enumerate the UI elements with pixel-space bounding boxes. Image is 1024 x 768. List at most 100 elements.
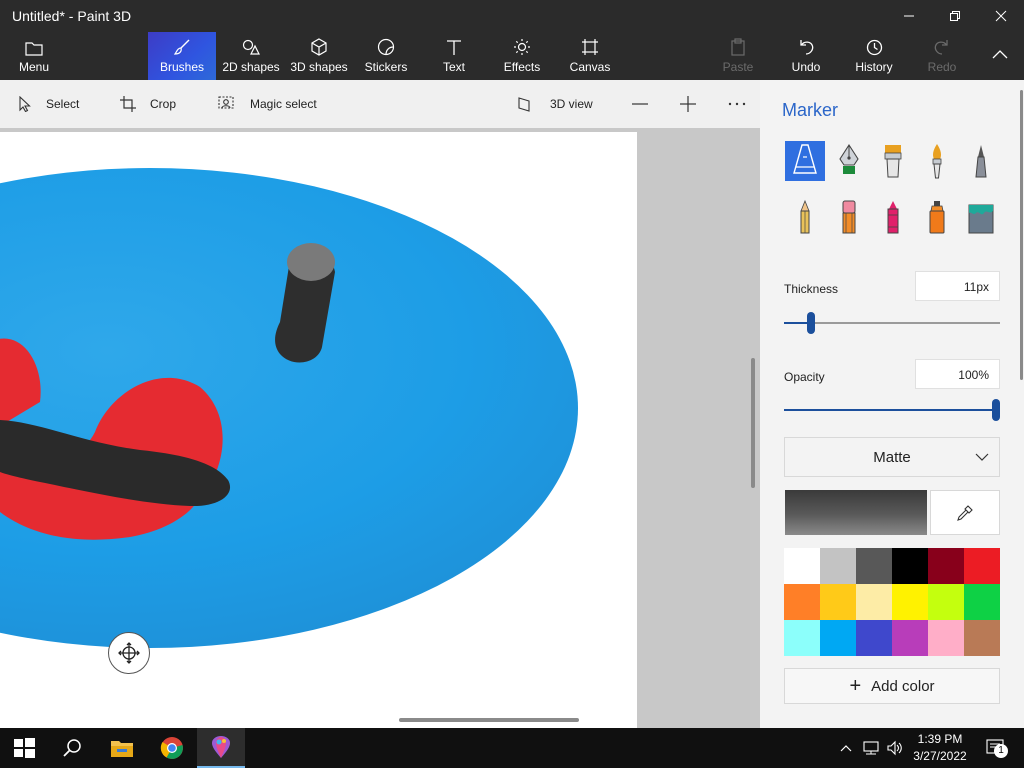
finish-dropdown[interactable]: Matte xyxy=(784,437,1000,477)
show-hidden-icons-button[interactable] xyxy=(836,738,856,758)
crop-button[interactable]: Crop xyxy=(120,92,176,116)
paste-button[interactable]: Paste xyxy=(714,32,762,80)
search-button[interactable] xyxy=(48,728,96,768)
notification-center-button[interactable]: 1 xyxy=(980,738,1012,758)
opacity-slider-thumb[interactable] xyxy=(992,399,1000,421)
crop-icon xyxy=(120,96,136,112)
more-icon xyxy=(728,102,746,106)
color-swatch[interactable] xyxy=(784,620,820,656)
tab-label: Text xyxy=(442,60,465,74)
color-swatch[interactable] xyxy=(964,548,1000,584)
undo-label: Undo xyxy=(791,60,821,74)
thickness-slider-thumb[interactable] xyxy=(807,312,815,334)
color-swatch[interactable] xyxy=(928,620,964,656)
brush-icon xyxy=(173,39,190,55)
plus-icon xyxy=(680,96,696,112)
tab-2d-shapes[interactable]: 2D shapes xyxy=(218,32,284,80)
color-swatch[interactable] xyxy=(892,584,928,620)
pencil-button[interactable] xyxy=(785,197,825,237)
more-options-button[interactable] xyxy=(728,92,760,116)
file-explorer-button[interactable] xyxy=(98,728,146,768)
undo-button[interactable]: Undo xyxy=(782,32,830,80)
menu-button[interactable]: Menu xyxy=(10,32,58,80)
network-button[interactable] xyxy=(860,738,882,758)
tab-effects[interactable]: Effects xyxy=(498,32,546,80)
rotate-handle[interactable] xyxy=(108,632,150,674)
vertical-scrollbar[interactable] xyxy=(751,358,755,488)
sun-icon xyxy=(514,39,530,55)
speaker-icon xyxy=(887,740,902,756)
restore-button[interactable] xyxy=(932,0,978,32)
cube-icon xyxy=(311,38,327,56)
select-button[interactable]: Select xyxy=(18,92,79,116)
redo-button[interactable]: Redo xyxy=(918,32,966,80)
start-button[interactable] xyxy=(0,728,48,768)
title-bar: Untitled* - Paint 3D xyxy=(0,0,1024,32)
canvas-icon xyxy=(582,39,598,55)
spray-can-button[interactable] xyxy=(917,197,957,237)
color-swatch[interactable] xyxy=(856,620,892,656)
color-swatch[interactable] xyxy=(856,584,892,620)
watercolor-button[interactable] xyxy=(917,141,957,181)
color-swatch[interactable] xyxy=(892,620,928,656)
chevron-up-icon xyxy=(992,50,1008,59)
current-color-swatch[interactable] xyxy=(785,490,927,535)
crayon-button[interactable] xyxy=(873,197,913,237)
color-swatch[interactable] xyxy=(856,548,892,584)
chrome-button[interactable] xyxy=(148,728,196,768)
chevron-down-icon xyxy=(975,453,989,461)
pixel-pen-button[interactable] xyxy=(961,141,1001,181)
color-swatch[interactable] xyxy=(964,584,1000,620)
tab-stickers[interactable]: Stickers xyxy=(356,32,416,80)
clock[interactable]: 1:39 PM 3/27/2022 xyxy=(908,731,972,765)
blue-ellipse-shape xyxy=(0,168,578,648)
color-swatch[interactable] xyxy=(820,548,856,584)
horizontal-scrollbar[interactable] xyxy=(399,718,579,722)
paint-3d-button[interactable] xyxy=(197,728,245,768)
magic-select-button[interactable]: Magic select xyxy=(218,92,317,116)
color-swatch[interactable] xyxy=(784,584,820,620)
opacity-slider[interactable] xyxy=(784,399,1000,421)
calligraphy-pen-button[interactable] xyxy=(829,141,869,181)
color-swatch[interactable] xyxy=(820,584,856,620)
marker-brush-button[interactable] xyxy=(785,141,825,181)
color-swatch[interactable] xyxy=(784,548,820,584)
tab-label: 3D shapes xyxy=(290,60,348,74)
tab-3d-shapes[interactable]: 3D shapes xyxy=(286,32,352,80)
tab-text[interactable]: Text xyxy=(430,32,478,80)
zoom-in-button[interactable] xyxy=(680,92,710,116)
thickness-slider[interactable] xyxy=(784,312,1000,334)
network-icon xyxy=(863,741,879,755)
tab-brushes[interactable]: Brushes xyxy=(148,32,216,80)
color-swatch[interactable] xyxy=(964,620,1000,656)
watercolor-icon xyxy=(932,144,942,179)
color-swatch[interactable] xyxy=(892,548,928,584)
oil-brush-button[interactable] xyxy=(873,141,913,181)
zoom-out-button[interactable] xyxy=(632,92,662,116)
close-button[interactable] xyxy=(978,0,1024,32)
color-swatch[interactable] xyxy=(928,584,964,620)
opacity-input[interactable]: 100% xyxy=(915,359,1000,389)
color-swatch[interactable] xyxy=(820,620,856,656)
plus-icon: + xyxy=(849,674,862,697)
tab-canvas[interactable]: Canvas xyxy=(566,32,614,80)
menu-label: Menu xyxy=(18,60,50,74)
rotate-icon xyxy=(118,642,140,664)
add-color-button[interactable]: + Add color xyxy=(784,668,1000,704)
minimize-button[interactable] xyxy=(886,0,932,32)
drawing-canvas[interactable] xyxy=(0,132,637,728)
panel-scrollbar[interactable] xyxy=(1020,90,1023,380)
3d-view-button[interactable]: 3D view xyxy=(518,92,593,116)
window-title: Untitled* - Paint 3D xyxy=(12,8,132,24)
thickness-input[interactable]: 11px xyxy=(915,271,1000,301)
eyedropper-button[interactable] xyxy=(930,490,1000,535)
folder-icon xyxy=(25,42,43,56)
color-swatch[interactable] xyxy=(928,548,964,584)
volume-button[interactable] xyxy=(884,738,906,758)
history-button[interactable]: History xyxy=(850,32,898,80)
eraser-button[interactable] xyxy=(829,197,869,237)
collapse-ribbon-button[interactable] xyxy=(976,32,1024,80)
spray-can-icon xyxy=(929,201,945,234)
canvas-area[interactable] xyxy=(0,128,760,728)
fill-button[interactable] xyxy=(961,197,1001,237)
